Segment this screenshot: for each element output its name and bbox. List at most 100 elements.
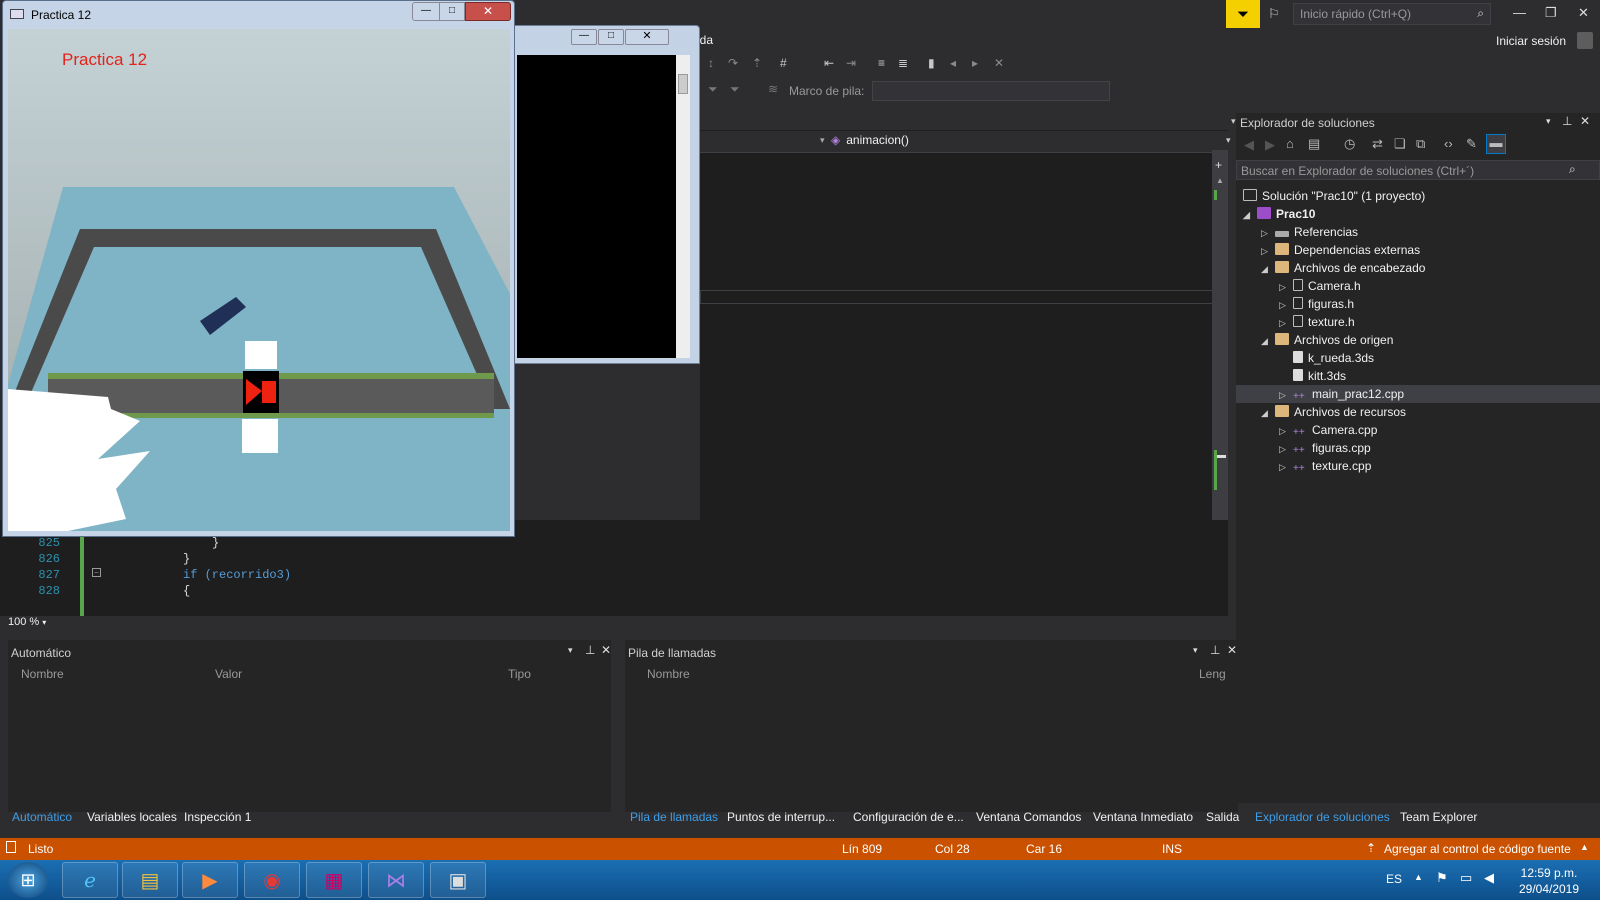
account-avatar-icon[interactable]	[1577, 32, 1593, 49]
sign-in-link[interactable]: Iniciar sesión	[1496, 34, 1566, 48]
language-indicator[interactable]: ES	[1386, 872, 1402, 886]
comment-icon[interactable]: ≡	[878, 56, 885, 70]
upload-icon[interactable]: ⇡	[1366, 841, 1376, 855]
chevron-up-icon[interactable]: ▲	[1580, 842, 1589, 852]
feedback-filter-icon[interactable]: ⏷	[1226, 0, 1260, 28]
chevron-up-icon[interactable]: ▲	[1414, 872, 1423, 882]
tab-breakpoints[interactable]: Puntos de interrup...	[727, 810, 835, 824]
column-header[interactable]: Nombre	[21, 667, 64, 681]
notifications-icon[interactable]: ⚐	[1268, 6, 1280, 22]
chevron-down-icon[interactable]: ▾	[820, 135, 825, 146]
prev-bookmark-icon[interactable]: ◂	[950, 56, 956, 70]
minimize-icon[interactable]: —	[571, 29, 597, 45]
threads-icon[interactable]: ≋	[768, 82, 778, 96]
editor-horizontal-scrollbar[interactable]	[70, 616, 1212, 632]
tab-immediate-window[interactable]: Ventana Inmediato	[1093, 810, 1193, 824]
hex-icon[interactable]: #	[780, 56, 787, 70]
tree-item-file-selected[interactable]: ▷ ++ main_prac12.cpp	[1279, 387, 1404, 403]
sync-icon[interactable]: ⇄	[1372, 136, 1383, 152]
tree-item-file[interactable]: ▷ ++ figuras.cpp	[1279, 441, 1371, 457]
collapsed-icon[interactable]: ▷	[1279, 318, 1293, 329]
clock-time[interactable]: 12:59 p.m.	[1518, 866, 1580, 880]
chevron-down-icon[interactable]: ▾	[1231, 116, 1236, 127]
scroll-thumb[interactable]	[678, 74, 688, 94]
view-code-icon[interactable]: ‹›	[1444, 136, 1453, 151]
bookmark-icon[interactable]: ▮	[928, 56, 935, 70]
pin-icon[interactable]: ⊥	[1562, 114, 1572, 128]
column-header[interactable]: Valor	[215, 667, 242, 681]
show-all-files-icon[interactable]: ⧉	[1416, 136, 1425, 152]
visual-studio-icon[interactable]: ⋈	[368, 862, 424, 898]
redo-icon[interactable]: ↷	[728, 56, 738, 70]
file-explorer-icon[interactable]: ▤	[122, 862, 178, 898]
tree-item-solution[interactable]: Solución "Prac10" (1 proyecto)	[1243, 189, 1425, 203]
expanded-icon[interactable]: ◢	[1261, 336, 1275, 347]
expanded-icon[interactable]: ◢	[1261, 264, 1275, 275]
stack-frame-dropdown[interactable]	[872, 81, 1110, 101]
practica-window[interactable]: Practica 12 — □ ✕ Practica 12	[2, 0, 515, 537]
step-out-icon[interactable]: ⇡	[752, 56, 762, 70]
collapsed-icon[interactable]: ▷	[1261, 246, 1275, 257]
quick-launch-input[interactable]: Inicio rápido (Ctrl+Q) ⌕	[1293, 3, 1491, 25]
tree-item-external-deps[interactable]: ▷ Dependencias externas	[1261, 243, 1420, 257]
column-header[interactable]: Nombre	[647, 667, 690, 681]
start-button[interactable]: ⊞	[8, 862, 48, 898]
chrome-icon[interactable]: ◉	[244, 862, 300, 898]
tree-item-header-files[interactable]: ◢ Archivos de encabezado	[1261, 261, 1425, 275]
chevron-down-icon[interactable]: ▾	[1226, 135, 1231, 146]
zoom-dropdown[interactable]: 100 % ▾	[8, 616, 68, 632]
column-header[interactable]: Tipo	[508, 667, 531, 681]
tab-autos[interactable]: Automático	[12, 810, 72, 824]
media-player-icon[interactable]: ▶	[182, 862, 238, 898]
minimize-icon[interactable]: —	[412, 2, 440, 21]
split-icon[interactable]: +	[1215, 158, 1222, 172]
tab-team-explorer[interactable]: Team Explorer	[1400, 810, 1477, 824]
forward-icon[interactable]: ▶	[1265, 137, 1275, 153]
expanded-icon[interactable]: ◢	[1261, 408, 1275, 419]
collapsed-icon[interactable]: ▷	[1279, 282, 1293, 293]
filter-clear-icon[interactable]: ⏷	[730, 82, 740, 97]
source-control-button[interactable]: Agregar al control de código fuente	[1384, 842, 1571, 856]
function-dropdown[interactable]: ◈ animacion()	[831, 133, 1228, 152]
chevron-down-icon[interactable]: ▾	[1193, 645, 1198, 656]
tree-item-resource-files[interactable]: ◢ Archivos de recursos	[1261, 405, 1406, 419]
tab-call-stack[interactable]: Pila de llamadas	[630, 810, 718, 824]
tab-solution-explorer[interactable]: Explorador de soluciones	[1255, 810, 1390, 824]
console-window[interactable]: — □ ✕	[510, 25, 700, 364]
history-icon[interactable]: ◷	[1344, 136, 1355, 152]
collapsed-icon[interactable]: ▷	[1279, 462, 1293, 473]
maximize-icon[interactable]: □	[439, 2, 465, 21]
pin-icon[interactable]: ⊥	[585, 643, 595, 657]
outdent-icon[interactable]: ⇥	[846, 56, 856, 70]
column-header[interactable]: Leng	[1199, 667, 1226, 681]
close-icon[interactable]: ✕	[601, 643, 611, 657]
tree-item-file[interactable]: kitt.3ds	[1293, 369, 1346, 383]
step-icon[interactable]: ↕	[708, 56, 714, 70]
minimize-icon[interactable]: —	[1513, 5, 1526, 20]
tree-item-file[interactable]: ▷ figuras.h	[1279, 297, 1354, 311]
tab-output[interactable]: Salida	[1206, 810, 1239, 824]
network-icon[interactable]: ▭	[1460, 870, 1472, 886]
tree-item-project[interactable]: ◢ Prac10	[1243, 207, 1315, 221]
filter-icon[interactable]: ⏷	[708, 82, 718, 97]
close-icon[interactable]: ✕	[1578, 5, 1589, 21]
tab-command-window[interactable]: Ventana Comandos	[976, 810, 1081, 824]
opengl-viewport[interactable]: Practica 12	[8, 29, 510, 531]
next-bookmark-icon[interactable]: ▸	[972, 56, 978, 70]
tree-item-references[interactable]: ▷ Referencias	[1261, 225, 1358, 239]
scroll-up-icon[interactable]: ▲	[1216, 176, 1224, 185]
tree-item-source-files[interactable]: ◢ Archivos de origen	[1261, 333, 1393, 347]
collapsed-icon[interactable]: ▷	[1279, 426, 1293, 437]
expanded-icon[interactable]: ◢	[1243, 210, 1257, 221]
close-icon[interactable]: ✕	[625, 29, 669, 45]
restore-icon[interactable]: ❐	[1545, 5, 1557, 21]
tree-item-file[interactable]: ▷ texture.h	[1279, 315, 1355, 329]
uncomment-icon[interactable]: ≣	[898, 56, 908, 70]
collapsed-icon[interactable]: ▷	[1279, 444, 1293, 455]
tree-item-file[interactable]: k_rueda.3ds	[1293, 351, 1374, 365]
collapse-all-icon[interactable]: ❏	[1394, 136, 1406, 152]
flag-icon[interactable]: ⚑	[1436, 870, 1448, 886]
home-icon[interactable]: ⌂	[1286, 136, 1294, 151]
console-scrollbar[interactable]	[676, 55, 690, 358]
internet-explorer-icon[interactable]: e	[62, 862, 118, 898]
